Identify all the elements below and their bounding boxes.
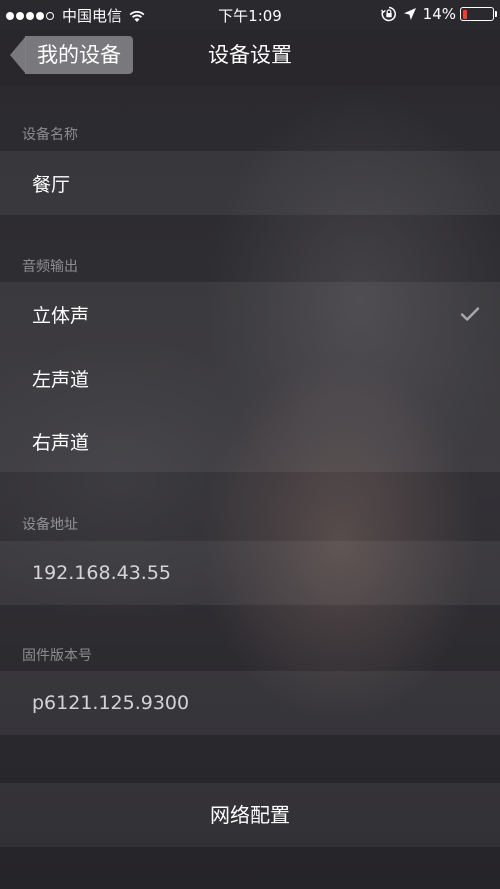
audio-option-label: 立体声	[32, 304, 90, 327]
back-arrow-icon	[10, 36, 26, 74]
status-right: 14%	[380, 5, 497, 23]
checkmark-icon	[460, 307, 480, 321]
audio-option-left[interactable]: 左声道	[0, 346, 500, 410]
device-address-row: 192.168.43.55	[0, 541, 500, 605]
orientation-lock-icon	[380, 6, 396, 22]
firmware-version-row: p6121.125.9300	[0, 671, 500, 735]
navigation-bar: 我的设备 设备设置	[0, 30, 500, 86]
firmware-version-value: p6121.125.9300	[32, 692, 190, 714]
battery-percent: 14%	[422, 5, 456, 23]
network-config-button[interactable]: 网络配置	[0, 783, 500, 847]
battery-level-fill	[462, 9, 467, 19]
section-header-firmware: 固件版本号	[22, 648, 92, 664]
audio-option-stereo[interactable]: 立体声	[0, 282, 500, 346]
location-icon	[403, 8, 416, 20]
device-name-value: 餐厅	[32, 173, 71, 196]
audio-option-right[interactable]: 右声道	[0, 410, 500, 472]
section-header-device-address: 设备地址	[22, 517, 78, 533]
section-header-audio-output: 音频输出	[22, 259, 78, 275]
section-header-device-name: 设备名称	[22, 127, 78, 143]
back-button-label: 我的设备	[25, 36, 133, 74]
status-bar: 中国电信 下午1:09 14%	[0, 0, 500, 30]
battery-icon	[460, 7, 497, 21]
back-button[interactable]: 我的设备	[10, 36, 133, 74]
device-name-field[interactable]: 餐厅	[0, 151, 500, 215]
audio-option-label: 右声道	[32, 431, 90, 454]
audio-option-label: 左声道	[32, 368, 90, 391]
device-address-value: 192.168.43.55	[32, 562, 172, 584]
